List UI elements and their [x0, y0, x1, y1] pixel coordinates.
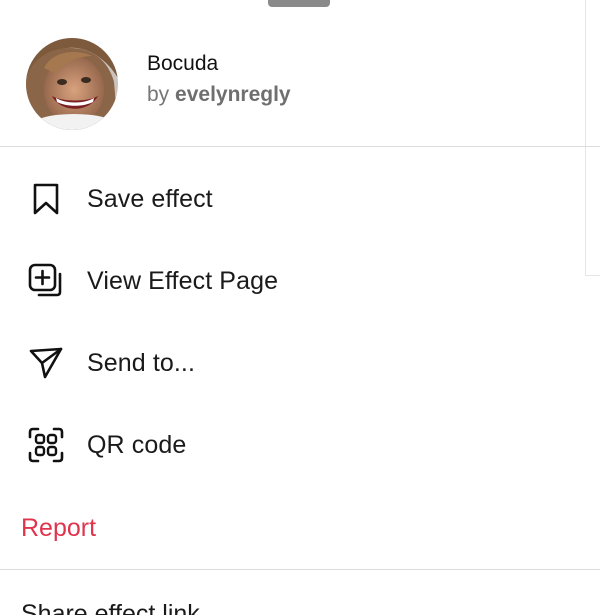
- send-to-button[interactable]: Send to...: [0, 333, 600, 393]
- effect-options-sheet: Bocuda by evelynregly Save effect View E…: [0, 0, 600, 615]
- view-effect-page-button[interactable]: View Effect Page: [0, 251, 600, 311]
- effect-author[interactable]: by evelynregly: [147, 80, 291, 110]
- qr-code-button[interactable]: QR code: [0, 415, 600, 475]
- send-icon: [26, 343, 66, 383]
- save-effect-button[interactable]: Save effect: [0, 169, 600, 229]
- qr-code-label: QR code: [87, 430, 187, 459]
- bookmark-icon: [26, 179, 66, 219]
- report-button[interactable]: Report: [0, 498, 600, 558]
- view-effect-page-label: View Effect Page: [87, 266, 279, 295]
- report-label: Report: [21, 513, 97, 542]
- share-effect-link-button[interactable]: Share effect link: [0, 584, 600, 615]
- effect-avatar[interactable]: [26, 38, 118, 130]
- effect-header-text: Bocuda by evelynregly: [147, 50, 291, 110]
- share-effect-link-label: Share effect link: [21, 599, 200, 615]
- header-divider: [0, 146, 600, 147]
- effect-page-icon: [26, 261, 66, 301]
- author-prefix: by: [147, 83, 170, 106]
- author-handle[interactable]: evelynregly: [175, 83, 291, 106]
- save-effect-label: Save effect: [87, 184, 213, 213]
- drag-handle[interactable]: [268, 0, 330, 7]
- qr-code-icon: [26, 425, 66, 465]
- effect-name: Bocuda: [147, 52, 219, 75]
- send-to-label: Send to...: [87, 348, 196, 377]
- report-divider: [0, 569, 600, 570]
- effect-header: Bocuda by evelynregly: [26, 36, 600, 132]
